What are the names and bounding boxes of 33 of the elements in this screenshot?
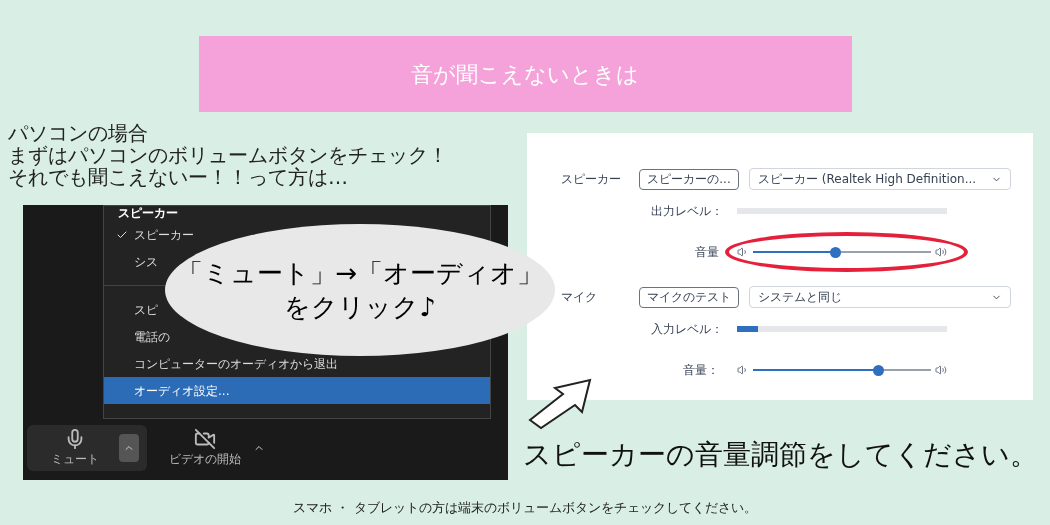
menu-item[interactable]: スピーカー bbox=[104, 221, 490, 248]
caption-text: スピーカーの音量調節をしてください。 bbox=[523, 437, 1038, 473]
toolbar-button[interactable]: ミュート bbox=[27, 425, 147, 471]
menu-item[interactable]: オーディオ設定... bbox=[104, 377, 490, 404]
volume-thumb[interactable] bbox=[829, 246, 841, 258]
level-label: 入力レベル： bbox=[650, 321, 724, 338]
toolbar-button[interactable]: ビデオの開始 bbox=[157, 425, 277, 471]
footnote-text: スマホ ・ タブレットの方は端末のボリュームボタンをチェックしてください。 bbox=[293, 499, 757, 517]
level-label: 出力レベル： bbox=[650, 203, 724, 220]
volume-thumb[interactable] bbox=[872, 364, 884, 376]
section-label: スピーカー bbox=[560, 171, 622, 188]
section-label: マイク bbox=[560, 289, 598, 306]
menu-header: スピーカー bbox=[117, 206, 178, 221]
volume-label: 音量： bbox=[682, 362, 720, 379]
caret-button[interactable] bbox=[119, 434, 139, 462]
callout-text: 「ミュート」→「オーディオ」 bbox=[176, 257, 544, 290]
speaker-low-icon bbox=[737, 364, 749, 376]
device-dropdown[interactable]: システムと同じ bbox=[749, 286, 1011, 308]
speaker-low-icon bbox=[737, 246, 749, 258]
speaker-high-icon bbox=[935, 246, 947, 258]
callout-text: をクリック♪ bbox=[284, 291, 436, 324]
camera-off-icon bbox=[194, 428, 216, 450]
title-banner: 音が聞こえないときは bbox=[198, 36, 852, 112]
intro-text-line: それでも聞こえないー！！って方は… bbox=[8, 166, 348, 188]
volume-slider[interactable] bbox=[753, 364, 931, 376]
intro-text-line: まずはパソコンのボリュームボタンをチェック！ bbox=[8, 144, 448, 166]
test-button[interactable]: マイクのテスト bbox=[639, 286, 739, 308]
device-dropdown[interactable]: スピーカー (Realtek High Definition... bbox=[749, 168, 1011, 190]
speaker-high-icon bbox=[935, 364, 947, 376]
volume-slider[interactable] bbox=[753, 246, 931, 258]
volume-label: 音量 bbox=[694, 244, 720, 261]
test-button[interactable]: スピーカーの... bbox=[639, 168, 739, 190]
intro-text-line: パソコンの場合 bbox=[8, 122, 148, 144]
